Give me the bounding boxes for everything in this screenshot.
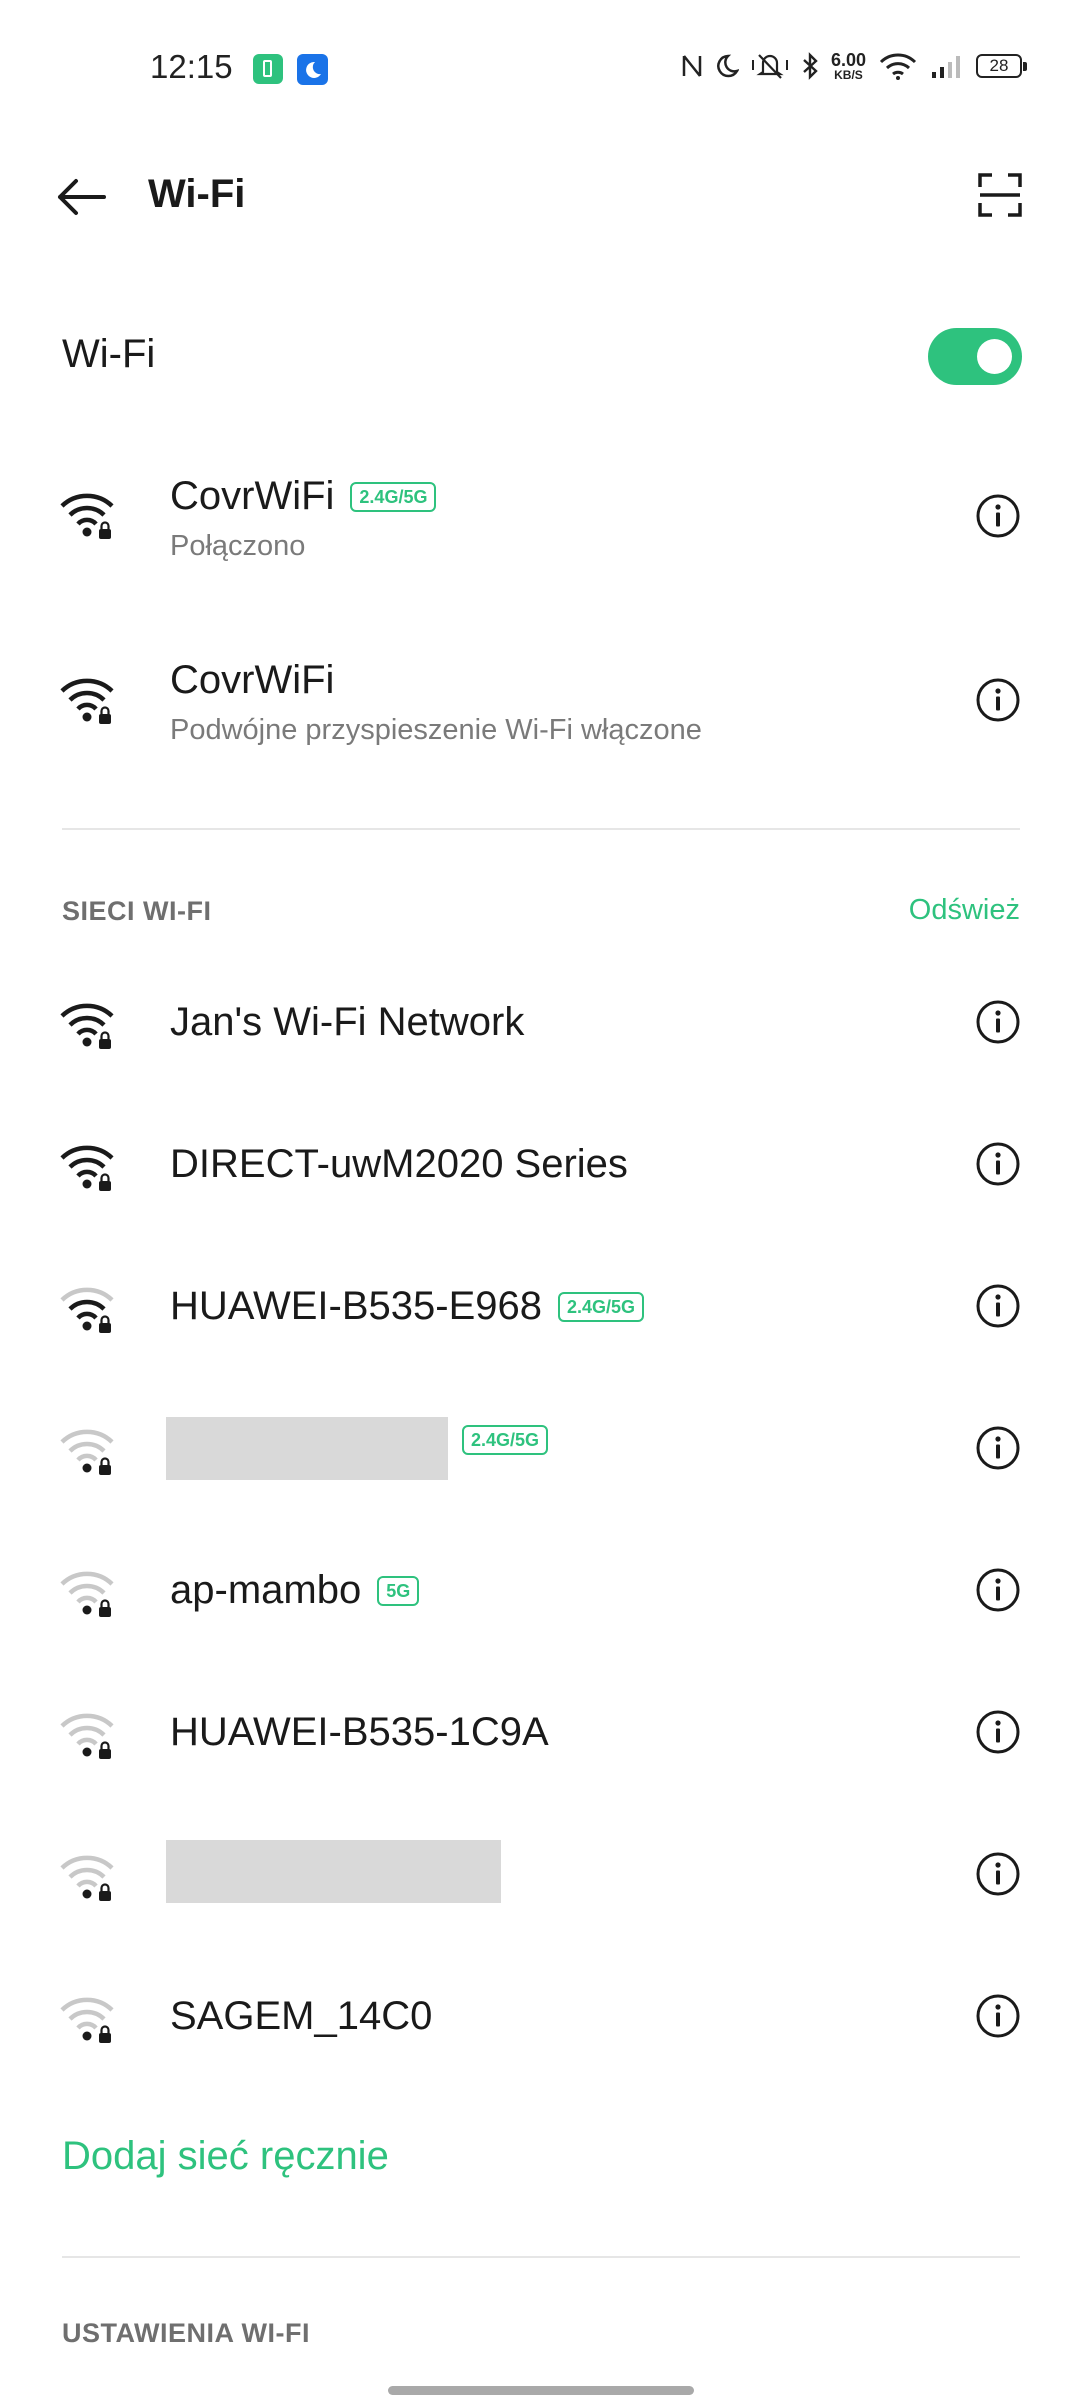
add-network-manually-link[interactable]: Dodaj sieć ręcznie: [62, 2134, 389, 2179]
info-icon[interactable]: [975, 1283, 1021, 1329]
info-icon[interactable]: [975, 1141, 1021, 1187]
network-badge-holder: 2.4G/5G: [446, 1425, 549, 1455]
refresh-link[interactable]: Odśwież: [909, 894, 1020, 927]
band-badge: 2.4G/5G: [350, 481, 437, 512]
status-time: 12:15: [150, 48, 233, 85]
band-badge: 2.4G/5G: [462, 1425, 549, 1455]
status-bar: 12:15 6.00 KB/S 28: [0, 0, 1080, 135]
info-icon[interactable]: [975, 677, 1021, 723]
bell-muted-icon: [751, 54, 788, 79]
status-icons: 6.00 KB/S 28: [681, 44, 1027, 88]
network-name[interactable]: ap-mambo 5G: [170, 1568, 420, 1613]
info-icon[interactable]: [975, 1425, 1021, 1471]
wifi-signal-lock-icon: [60, 678, 114, 724]
info-icon[interactable]: [975, 1993, 1021, 2039]
network-name[interactable]: DIRECT-uwM2020 Series: [170, 1142, 628, 1187]
battery-saver-app-icon: [253, 54, 283, 84]
info-icon[interactable]: [975, 493, 1021, 539]
wifi-signal-lock-icon: [60, 493, 114, 539]
moon-app-icon: [297, 54, 328, 85]
redacted-network-name[interactable]: [166, 1417, 448, 1480]
back-arrow-icon[interactable]: [56, 175, 106, 219]
wifi-signal-lock-icon: [60, 1997, 114, 2043]
home-indicator[interactable]: [388, 2386, 694, 2395]
wifi-signal-lock-icon: [60, 1855, 114, 1901]
wifi-signal-lock-icon: [60, 1003, 114, 1049]
network-name[interactable]: SAGEM_14C0: [170, 1994, 432, 2039]
wifi-icon: [879, 53, 917, 80]
network-name-connected[interactable]: CovrWiFi 2.4G/5G: [170, 474, 437, 519]
network-name[interactable]: HUAWEI-B535-E968 2.4G/5G: [170, 1284, 645, 1329]
divider: [62, 2256, 1020, 2258]
wifi-toggle-switch[interactable]: [928, 328, 1022, 385]
page-title: Wi-Fi: [148, 172, 246, 216]
section-title-wifi-settings: USTAWIENIA WI-FI: [62, 2318, 310, 2348]
band-badge: 5G: [377, 1575, 420, 1606]
wifi-signal-lock-icon: [60, 1145, 114, 1191]
wifi-signal-lock-icon: [60, 1713, 114, 1759]
bluetooth-icon: [803, 52, 818, 80]
network-status: Połączono: [170, 530, 306, 562]
nfc-icon: [682, 55, 702, 77]
network-name[interactable]: Jan's Wi-Fi Network: [170, 1000, 524, 1045]
wifi-signal-lock-icon: [60, 1287, 114, 1333]
wifi-toggle-label: Wi-Fi: [62, 332, 156, 376]
info-icon[interactable]: [975, 1851, 1021, 1897]
info-icon[interactable]: [975, 1709, 1021, 1755]
battery-icon: 28: [976, 54, 1027, 78]
cell-signal-icon: [932, 56, 960, 78]
wifi-signal-lock-icon: [60, 1429, 114, 1475]
section-title-networks: SIECI WI-FI: [62, 896, 212, 926]
moon-icon: [717, 54, 739, 78]
wifi-signal-lock-icon: [60, 1571, 114, 1617]
scan-qr-icon[interactable]: [978, 173, 1022, 217]
network-status: Podwójne przyspieszenie Wi-Fi włączone: [170, 714, 702, 746]
redacted-network-name[interactable]: [166, 1840, 501, 1903]
divider: [62, 828, 1020, 830]
band-badge: 2.4G/5G: [558, 1291, 645, 1322]
network-name-saved[interactable]: CovrWiFi: [170, 658, 334, 703]
info-icon[interactable]: [975, 1567, 1021, 1613]
network-speed: 6.00 KB/S: [830, 50, 866, 82]
info-icon[interactable]: [975, 999, 1021, 1045]
network-name[interactable]: HUAWEI-B535-1C9A: [170, 1710, 549, 1755]
